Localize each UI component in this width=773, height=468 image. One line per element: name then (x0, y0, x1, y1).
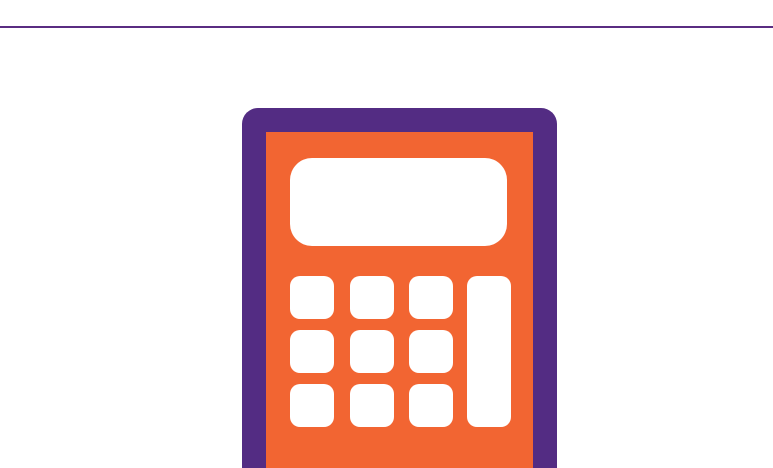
calculator-key (409, 276, 453, 319)
calculator-key (290, 384, 334, 427)
calculator-key (350, 384, 394, 427)
calculator-key (409, 384, 453, 427)
calculator-display (290, 158, 507, 246)
calculator-key (290, 330, 334, 373)
calculator-key (290, 276, 334, 319)
page (0, 0, 773, 468)
calculator-key (350, 330, 394, 373)
calculator-key (350, 276, 394, 319)
calculator-key (409, 330, 453, 373)
calculator-icon (242, 108, 557, 468)
calculator-tall-key (467, 276, 511, 427)
